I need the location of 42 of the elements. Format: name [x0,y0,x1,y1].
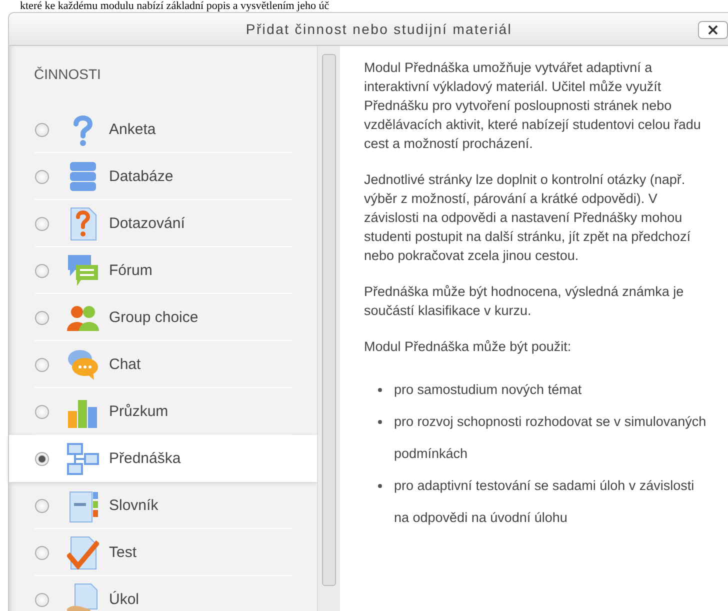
radio-button[interactable] [35,404,49,418]
section-heading: ČINNOSTI [34,66,102,84]
description-paragraph: Přednáška může být hodnocena, výsledná známka je součástí klasifikace v kurzu. [364,283,685,320]
activity-item[interactable]: Chat [9,341,317,388]
bullet-icon [378,420,382,424]
activity-item[interactable]: Fórum [9,247,317,294]
description-paragraph: Jednotlivé stránky lze doplnit o kontrolní otázky (např. výběr z možností, párování a krátké odpovědi). V závislosti na odpovědi a nastavení Přednášky mohou studenti postupit na další stránku, jít zpět na předchozí nebo pokračovat zcela jinou cestou. [364,171,692,265]
radio-button[interactable] [35,264,49,278]
list-item-text: pro adaptivní testování se sadami úloh v závislosti na odpovědi na úvodní úlohu [394,477,696,527]
dialog-title: Přidat činnost nebo studijní materiál [246,21,512,37]
activity-item[interactable]: Slovník [9,482,317,529]
bullet-icon [378,484,382,488]
radio-button[interactable] [35,216,49,230]
radio-button[interactable] [35,498,49,512]
radio-button[interactable] [35,122,49,136]
list-item-text: pro samostudium nových témat [394,381,582,399]
radio-button[interactable] [35,358,49,372]
radio-button[interactable] [35,310,49,324]
chat-icon [67,348,99,382]
scrollbar[interactable] [317,46,340,611]
activity-item[interactable]: Databáze [9,153,317,200]
document-text: které ke každému modulu nabízí základní popis a vysvětlením jeho úč [19,0,330,12]
forum-icon [67,254,99,288]
activity-item[interactable]: Průzkum [9,388,317,435]
bullet-icon [378,388,382,392]
assignment-icon [67,582,99,611]
description-paragraph: Modul Přednáška může být použit: [364,338,572,356]
description-paragraph: Modul Přednáška umožňuje vytvářet adaptivní a interaktivní výkladový materiál. Učitel může využít Přednášku pro vytvoření posloupnosti stránek nebo vzdělávacích aktivit, které nabízejí studentovi celou řadu cest a možností procházení. [364,59,702,153]
checkmark-icon [67,536,99,570]
activity-item[interactable]: Dotazování [9,200,317,247]
close-button[interactable]: × [698,21,728,39]
radio-button[interactable] [35,452,49,466]
radio-button[interactable] [35,592,49,606]
flowchart-icon [67,442,99,476]
activity-item[interactable]: Přednáška [9,435,317,482]
activity-item[interactable]: Test [9,529,317,576]
activity-item[interactable]: Group choice [9,294,317,341]
radio-button[interactable] [35,546,49,560]
radio-button[interactable] [35,170,49,184]
database-icon [67,160,99,194]
glossary-icon [67,488,99,522]
activity-item[interactable]: Anketa [9,106,317,153]
